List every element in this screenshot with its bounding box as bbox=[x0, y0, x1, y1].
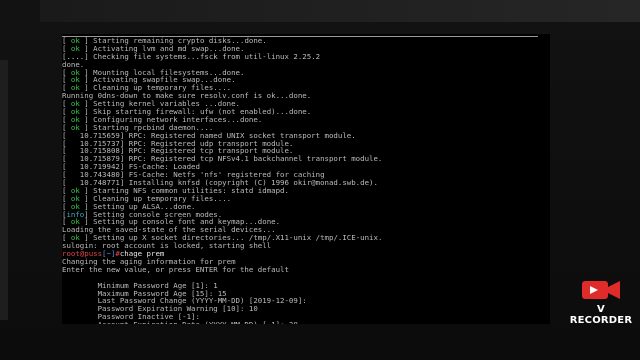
line-text: Checking file systems...fsck from util-l… bbox=[93, 51, 321, 61]
top-bar bbox=[40, 0, 640, 22]
terminal-line: [....] Checking file systems...fsck from… bbox=[62, 51, 382, 61]
left-edge bbox=[0, 60, 8, 320]
video-recorder-icon bbox=[582, 281, 620, 299]
recorder-watermark: V RECORDER bbox=[566, 276, 636, 326]
line-text: Account Expiration Date (YYYY-MM-DD) [-1… bbox=[62, 320, 298, 324]
terminal-line: Account Expiration Date (YYYY-MM-DD) [-1… bbox=[62, 321, 382, 324]
terminal-line: Enter the new value, or press ENTER for … bbox=[62, 264, 382, 274]
line-text: Enter the new value, or press ENTER for … bbox=[62, 264, 289, 274]
terminal-output: [ ok ] Starting remaining crypto disks..… bbox=[62, 37, 382, 324]
terminal-console[interactable]: [ ok ] Starting remaining crypto disks..… bbox=[62, 34, 550, 324]
recorder-label: V RECORDER bbox=[569, 304, 633, 326]
terminal-top-rule bbox=[62, 36, 538, 37]
screen-background: [ ok ] Starting remaining crypto disks..… bbox=[0, 0, 640, 360]
